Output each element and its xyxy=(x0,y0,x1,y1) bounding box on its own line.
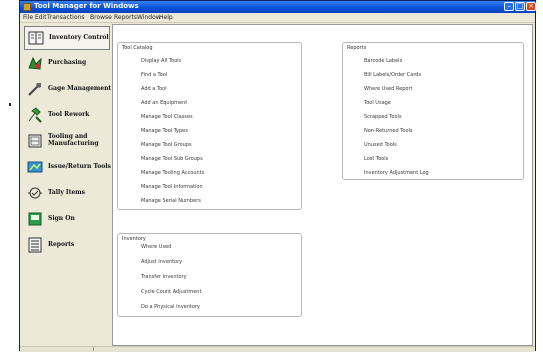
menu-browse[interactable]: Browse xyxy=(90,14,112,21)
inventory-icon xyxy=(28,31,44,45)
link-scrapped-tools[interactable]: Scrapped Tools xyxy=(364,114,402,120)
link-lost-tools[interactable]: Lost Tools xyxy=(364,156,388,162)
issue-return-icon xyxy=(27,161,43,173)
reports-group: Reports Barcode Labels Bill Labels/Order… xyxy=(342,42,524,180)
sidebar-item-label: Tooling and Manufacturing xyxy=(48,133,99,147)
link-manage-serial-numbers[interactable]: Manage Serial Numbers xyxy=(141,198,201,204)
app-icon xyxy=(23,3,31,11)
sidebar-item-label: Tally Items xyxy=(48,189,86,196)
link-manage-tool-types[interactable]: Manage Tool Types xyxy=(141,128,188,134)
tooling-icon xyxy=(28,134,42,148)
link-where-used-report[interactable]: Where Used Report xyxy=(364,86,412,92)
gage-icon xyxy=(28,83,41,96)
link-tool-usage[interactable]: Tool Usage xyxy=(364,100,391,106)
status-bar xyxy=(20,346,535,352)
sidebar-item-label: Gage Management xyxy=(48,85,112,92)
window-title: Tool Manager for Windows xyxy=(34,2,139,10)
link-physical-inventory[interactable]: Do a Physical Inventory xyxy=(141,304,200,310)
inventory-title: Inventory xyxy=(122,236,146,242)
minimize-button[interactable]: – xyxy=(504,2,514,11)
link-transfer-inventory[interactable]: Transfer Inventory xyxy=(141,274,187,280)
link-unused-tools[interactable]: Unused Tools xyxy=(364,142,397,148)
tally-icon xyxy=(28,187,42,199)
sidebar-item-tally-items[interactable]: Tally Items xyxy=(24,182,110,206)
link-bill-labels-order-cards[interactable]: Bill Labels/Order Cards xyxy=(364,72,421,78)
menu-transactions[interactable]: Transactions xyxy=(47,14,84,21)
link-manage-tool-sub-groups[interactable]: Manage Tool Sub Groups xyxy=(141,156,203,162)
sidebar-item-inventory-control[interactable]: Inventory Control xyxy=(24,26,110,50)
menu-help[interactable]: Help xyxy=(159,14,173,21)
main-panel: Tool Catalog Display All Tools Find a To… xyxy=(112,24,533,346)
link-cycle-count-adjustment[interactable]: Cycle Count Adjustment xyxy=(141,289,201,295)
sidebar-item-label-line2: Manufacturing xyxy=(48,140,99,147)
sidebar-item-tool-rework[interactable]: Tool Rework xyxy=(24,104,110,128)
sidebar-item-gage-management[interactable]: Gage Management xyxy=(24,78,112,102)
callout-marker xyxy=(9,103,11,106)
sidebar-item-label: Reports xyxy=(48,241,75,248)
purchasing-icon xyxy=(28,56,42,70)
link-where-used[interactable]: Where Used xyxy=(141,244,171,250)
sidebar-item-label: Issue/Return Tools xyxy=(48,163,111,170)
sidebar-item-sign-on[interactable]: Sign On xyxy=(24,208,110,232)
link-display-all-tools[interactable]: Display All Tools xyxy=(141,58,181,64)
link-barcode-labels[interactable]: Barcode Labels xyxy=(364,58,402,64)
sidebar-item-tooling-and-manufacturing[interactable]: Tooling and Manufacturing xyxy=(24,130,110,154)
tool-catalog-title: Tool Catalog xyxy=(122,45,153,51)
sidebar-item-label: Sign On xyxy=(48,215,75,222)
link-manage-tool-groups[interactable]: Manage Tool Groups xyxy=(141,142,192,148)
sidebar-item-label-line1: Tooling and xyxy=(48,133,88,140)
menu-window[interactable]: Window xyxy=(137,14,161,21)
tool-rework-icon xyxy=(28,107,42,123)
menu-file[interactable]: File xyxy=(23,14,33,21)
tool-catalog-group: Tool Catalog Display All Tools Find a To… xyxy=(117,42,302,210)
reports-icon xyxy=(28,237,42,253)
title-bar[interactable]: Tool Manager for Windows – □ × xyxy=(20,1,536,13)
link-inventory-adjustment-log[interactable]: Inventory Adjustment Log xyxy=(364,170,429,176)
sidebar: Inventory Control Purchasing Gage Manage… xyxy=(22,24,112,349)
sidebar-item-label: Purchasing xyxy=(48,59,87,66)
reports-title: Reports xyxy=(347,45,367,51)
menu-edit[interactable]: Edit xyxy=(35,14,47,21)
menu-reports[interactable]: Reports xyxy=(114,14,137,21)
link-manage-tool-information[interactable]: Manage Tool Information xyxy=(141,184,203,190)
sidebar-item-issue-return-tools[interactable]: Issue/Return Tools xyxy=(24,156,111,180)
maximize-button[interactable]: □ xyxy=(515,2,525,11)
sidebar-item-label: Inventory Control xyxy=(49,34,109,41)
link-find-a-tool[interactable]: Find a Tool xyxy=(141,72,167,78)
sidebar-item-purchasing[interactable]: Purchasing xyxy=(24,52,110,76)
sign-on-icon xyxy=(28,212,42,226)
sidebar-item-label: Tool Rework xyxy=(48,111,90,118)
app-window: Tool Manager for Windows – □ × File Edit… xyxy=(19,0,536,352)
link-non-returned-tools[interactable]: Non-Returned Tools xyxy=(364,128,413,134)
inventory-group: Inventory Where Used Adjust Inventory Tr… xyxy=(117,233,302,317)
link-manage-tooling-accounts[interactable]: Manage Tooling Accounts xyxy=(141,170,204,176)
status-panel xyxy=(23,347,94,351)
close-button[interactable]: × xyxy=(526,2,536,11)
link-add-an-equipment[interactable]: Add an Equipment xyxy=(141,100,187,106)
link-add-a-tool[interactable]: Add a Tool xyxy=(141,86,167,92)
link-adjust-inventory[interactable]: Adjust Inventory xyxy=(141,259,182,265)
link-manage-tool-classes[interactable]: Manage Tool Classes xyxy=(141,114,193,120)
sidebar-item-reports[interactable]: Reports xyxy=(24,234,110,258)
menu-bar: File Edit Transactions Browse Reports Wi… xyxy=(20,13,535,23)
